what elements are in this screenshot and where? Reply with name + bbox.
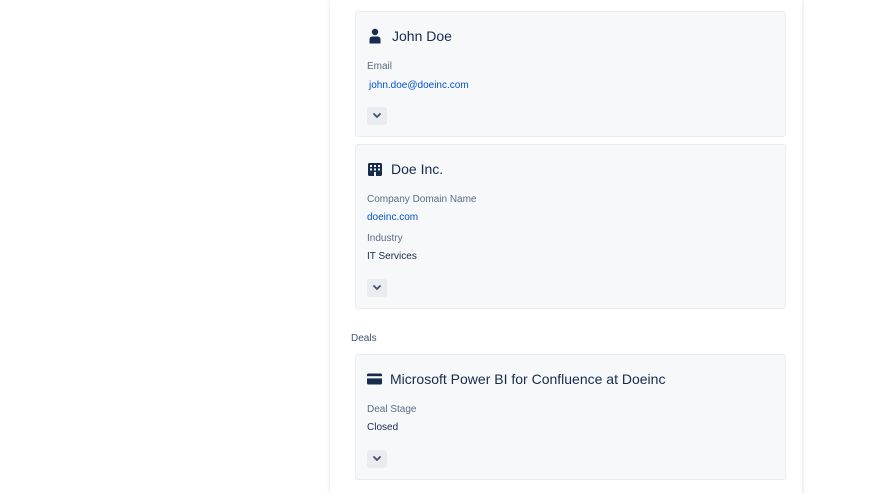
deals-heading: Deals [351,333,377,344]
email-label: Email [367,61,393,72]
contact-expand-button[interactable] [367,107,387,125]
company-domain-link[interactable]: doeinc.com [367,212,418,223]
company-name[interactable]: Doe Inc. [391,161,443,177]
contact-name[interactable]: John Doe [392,28,452,44]
company-card: Doe Inc. Company Domain Name doeinc.com … [355,144,786,309]
company-card-header: Doe Inc. [367,161,443,177]
building-icon [367,161,383,177]
deal-title[interactable]: Microsoft Power BI for Confluence at Doe… [390,371,665,387]
contact-card-header: John Doe [367,28,452,44]
deal-card: Microsoft Power BI for Confluence at Doe… [355,354,786,480]
industry-label: Industry [367,233,403,244]
credit-card-icon [367,371,382,387]
deal-stage-value: Closed [367,422,399,433]
contact-card: John Doe Email john.doe@doeinc.com [355,11,786,137]
deal-expand-button[interactable] [367,450,387,468]
company-domain-label: Company Domain Name [367,194,477,205]
company-expand-button[interactable] [367,279,387,297]
industry-value: IT Services [367,251,417,262]
chevron-down-icon [373,456,381,461]
email-link[interactable]: john.doe@doeinc.com [369,80,469,91]
deal-card-header: Microsoft Power BI for Confluence at Doe… [367,371,665,387]
side-panel: John Doe Email john.doe@doeinc.com Doe I… [330,0,802,494]
chevron-down-icon [373,113,381,118]
chevron-down-icon [373,285,381,290]
deal-stage-label: Deal Stage [367,404,417,415]
person-icon [367,28,383,44]
